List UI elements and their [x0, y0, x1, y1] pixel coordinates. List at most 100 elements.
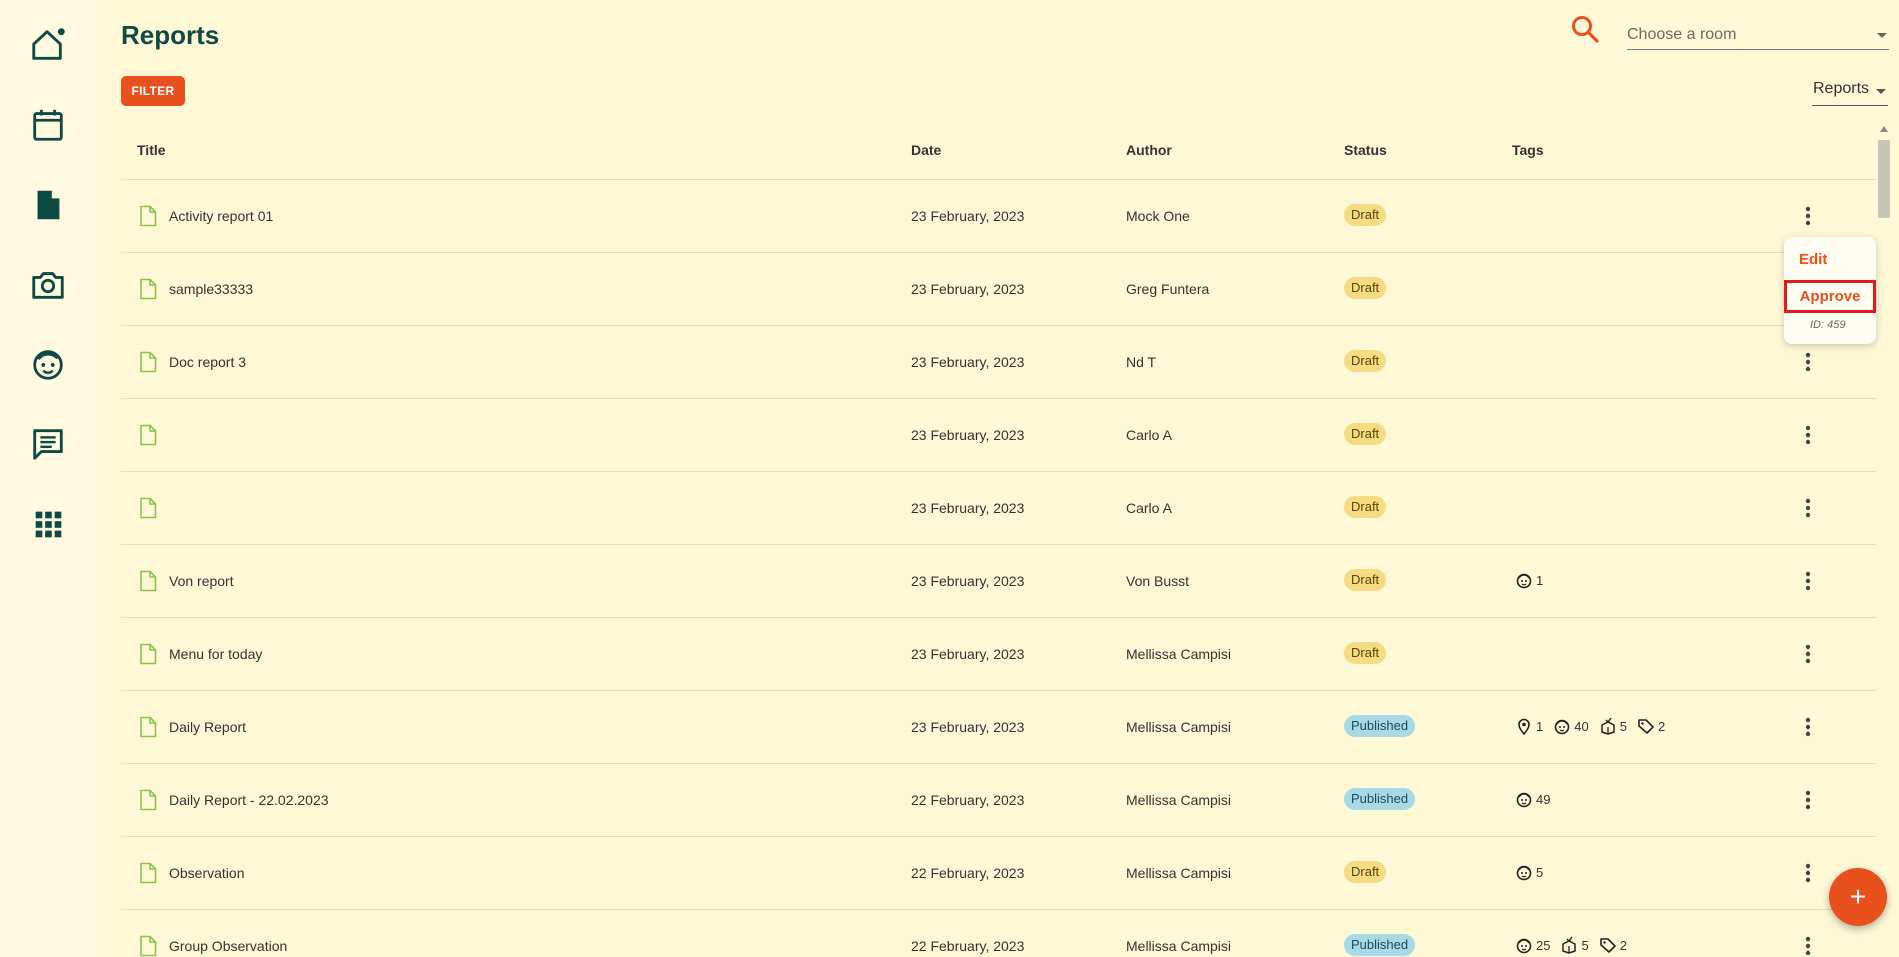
- status-badge: Draft: [1344, 861, 1387, 883]
- report-author: Mellissa Campisi: [1126, 646, 1232, 662]
- report-date: 23 February, 2023: [911, 208, 1025, 224]
- nav-calendar[interactable]: [27, 104, 69, 146]
- status-badge: Draft: [1344, 350, 1387, 372]
- nav-children[interactable]: [27, 343, 69, 385]
- child-face-icon: [1516, 865, 1532, 881]
- document-icon: [140, 351, 157, 373]
- home-icon: [32, 28, 65, 60]
- document-icon: [140, 716, 157, 738]
- report-title[interactable]: Group Observation: [169, 938, 287, 954]
- more-vert-icon: [1805, 790, 1811, 810]
- table-row[interactable]: Daily Report 23 February, 2023 Mellissa …: [121, 691, 1876, 764]
- report-author: Greg Funtera: [1126, 281, 1210, 297]
- report-title[interactable]: Menu for today: [169, 646, 262, 662]
- menu-approve[interactable]: Approve: [1784, 280, 1876, 313]
- reports-table: Title Date Author Status Tags Activity r…: [121, 122, 1876, 957]
- tags-cell: 49: [1515, 790, 1550, 808]
- row-menu-button[interactable]: [1796, 932, 1820, 957]
- status-badge: Draft: [1344, 423, 1387, 445]
- report-title[interactable]: Daily Report - 22.02.2023: [169, 792, 329, 808]
- table-row[interactable]: Observation 22 February, 2023 Mellissa C…: [121, 837, 1876, 910]
- report-type-select[interactable]: Reports: [1812, 78, 1888, 106]
- search-button[interactable]: [1568, 12, 1602, 46]
- child-face-icon: [33, 350, 63, 380]
- tag-count-value: 1: [1536, 572, 1544, 588]
- table-body: Activity report 01 23 February, 2023 Moc…: [121, 180, 1876, 957]
- scroll-up-arrow[interactable]: [1880, 126, 1888, 132]
- table-row[interactable]: 23 February, 2023 Carlo A Draft: [121, 472, 1876, 545]
- column-date: Date: [911, 142, 942, 158]
- table-row[interactable]: Daily Report - 22.02.2023 22 February, 2…: [121, 764, 1876, 837]
- row-menu-button[interactable]: [1796, 202, 1820, 230]
- status-badge: Published: [1344, 934, 1416, 956]
- report-title[interactable]: Observation: [169, 865, 244, 881]
- status-badge: Draft: [1344, 204, 1387, 226]
- row-menu-button[interactable]: [1796, 348, 1820, 376]
- tag-count: 5: [1599, 717, 1627, 735]
- table-row[interactable]: Von report 23 February, 2023 Von Busst D…: [121, 545, 1876, 618]
- report-title[interactable]: Activity report 01: [169, 208, 273, 224]
- row-menu-button[interactable]: [1796, 494, 1820, 522]
- nav-reports[interactable]: [27, 184, 69, 226]
- row-menu-button[interactable]: [1796, 567, 1820, 595]
- report-date: 23 February, 2023: [911, 427, 1025, 443]
- add-report-button[interactable]: +: [1829, 868, 1887, 926]
- document-icon: [140, 789, 157, 811]
- tag-count: 2: [1637, 717, 1665, 735]
- report-date: 23 February, 2023: [911, 281, 1025, 297]
- tags-cell: 5: [1515, 863, 1543, 881]
- report-author: Mellissa Campisi: [1126, 719, 1232, 735]
- report-title[interactable]: Von report: [169, 573, 234, 589]
- chevron-down-icon: [1876, 89, 1886, 94]
- child-face-icon: [1554, 719, 1570, 735]
- table-row[interactable]: Menu for today 23 February, 2023 Melliss…: [121, 618, 1876, 691]
- report-date: 23 February, 2023: [911, 719, 1025, 735]
- more-vert-icon: [1805, 498, 1811, 518]
- table-row[interactable]: Activity report 01 23 February, 2023 Moc…: [121, 180, 1876, 253]
- room-select[interactable]: Choose a room: [1627, 20, 1889, 50]
- tag-count-value: 1: [1536, 718, 1544, 734]
- row-menu-button[interactable]: [1796, 640, 1820, 668]
- nav-photos[interactable]: [27, 264, 69, 306]
- nav-home[interactable]: [27, 24, 69, 66]
- menu-edit[interactable]: Edit: [1799, 251, 1827, 268]
- row-context-menu: Edit Approve ID: 459: [1784, 237, 1876, 344]
- tag-count-value: 40: [1574, 718, 1589, 734]
- table-row[interactable]: Doc report 3 23 February, 2023 Nd T Draf…: [121, 326, 1876, 399]
- row-menu-button[interactable]: [1796, 859, 1820, 887]
- more-vert-icon: [1805, 206, 1811, 226]
- column-status: Status: [1344, 142, 1387, 158]
- report-title[interactable]: Daily Report: [169, 719, 246, 735]
- table-row[interactable]: 23 February, 2023 Carlo A Draft: [121, 399, 1876, 472]
- document-icon: [140, 570, 157, 592]
- column-title: Title: [137, 142, 166, 158]
- page-title: Reports: [121, 20, 220, 50]
- report-date: 22 February, 2023: [911, 938, 1025, 954]
- status-badge: Draft: [1344, 496, 1387, 518]
- filter-button[interactable]: FILTER: [121, 76, 185, 106]
- camera-icon: [32, 272, 64, 299]
- report-title[interactable]: Doc report 3: [169, 354, 246, 370]
- table-row[interactable]: sample33333 23 February, 2023 Greg Funte…: [121, 253, 1876, 326]
- report-date: 22 February, 2023: [911, 792, 1025, 808]
- tag-count-value: 2: [1657, 718, 1666, 734]
- nav-messages[interactable]: [27, 423, 69, 465]
- child-face-icon: [1516, 938, 1532, 954]
- row-menu-button[interactable]: [1796, 421, 1820, 449]
- calendar-icon: [33, 109, 63, 141]
- scroll-thumb[interactable]: [1878, 140, 1890, 218]
- tag-icon: [1599, 938, 1616, 953]
- row-menu-button[interactable]: [1796, 713, 1820, 741]
- tags-cell: 1: [1515, 571, 1543, 589]
- report-title[interactable]: sample33333: [169, 281, 253, 297]
- table-row[interactable]: Group Observation 22 February, 2023 Mell…: [121, 910, 1876, 957]
- tags-cell: 25 5 2: [1515, 936, 1627, 954]
- tag-count-value: 25: [1536, 937, 1551, 953]
- table-scrollbar[interactable]: [1876, 122, 1892, 957]
- status-badge: Draft: [1344, 642, 1387, 664]
- tag-count: 49: [1515, 790, 1550, 808]
- row-menu-button[interactable]: [1796, 786, 1820, 814]
- more-vert-icon: [1805, 425, 1811, 445]
- nav-apps[interactable]: [27, 503, 69, 545]
- column-tags: Tags: [1512, 142, 1544, 158]
